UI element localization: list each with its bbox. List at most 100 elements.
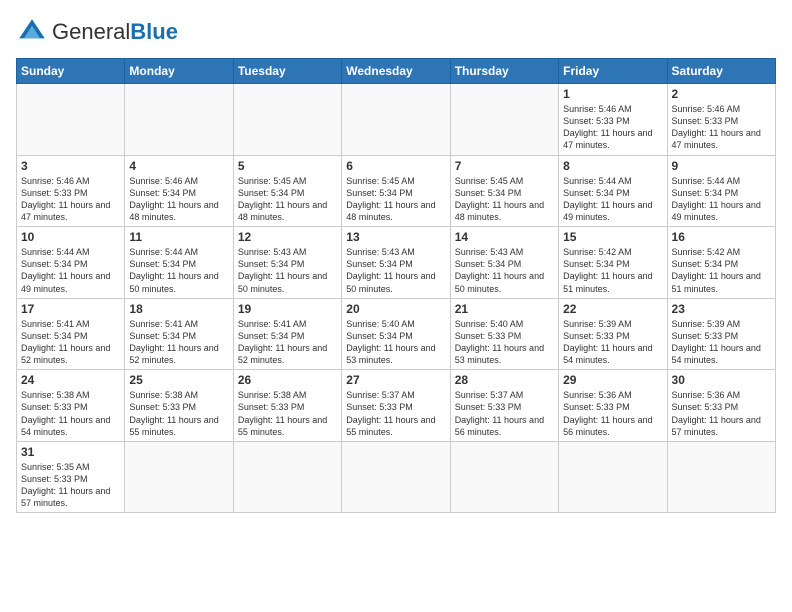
day-info: Sunrise: 5:41 AM Sunset: 5:34 PM Dayligh… xyxy=(129,318,228,367)
day-number: 15 xyxy=(563,230,662,244)
day-number: 9 xyxy=(672,159,771,173)
calendar-cell: 1 Sunrise: 5:46 AM Sunset: 5:33 PM Daylig… xyxy=(559,84,667,156)
calendar-cell: 5 Sunrise: 5:45 AM Sunset: 5:34 PM Daylig… xyxy=(233,155,341,227)
day-number: 5 xyxy=(238,159,337,173)
logo-icon xyxy=(16,16,48,48)
day-number: 25 xyxy=(129,373,228,387)
day-info: Sunrise: 5:40 AM Sunset: 5:33 PM Dayligh… xyxy=(455,318,554,367)
calendar-cell: 2 Sunrise: 5:46 AM Sunset: 5:33 PM Daylig… xyxy=(667,84,775,156)
calendar-cell: 25 Sunrise: 5:38 AM Sunset: 5:33 PM Dayli… xyxy=(125,370,233,442)
calendar-cell: 23Sunrise: 5:39 AM Sunset: 5:33 PM Dayli… xyxy=(667,298,775,370)
day-info: Sunrise: 5:46 AM Sunset: 5:33 PM Dayligh… xyxy=(672,103,771,152)
calendar-cell: 14 Sunrise: 5:43 AM Sunset: 5:34 PM Dayli… xyxy=(450,227,558,299)
day-info: Sunrise: 5:40 AM Sunset: 5:34 PM Dayligh… xyxy=(346,318,445,367)
calendar-cell: 22 Sunrise: 5:39 AM Sunset: 5:33 PM Dayli… xyxy=(559,298,667,370)
day-number: 30 xyxy=(672,373,771,387)
calendar-cell: 18Sunrise: 5:41 AM Sunset: 5:34 PM Dayli… xyxy=(125,298,233,370)
logo: GeneralBlue xyxy=(16,16,178,48)
day-info: Sunrise: 5:44 AM Sunset: 5:34 PM Dayligh… xyxy=(563,175,662,224)
day-info: Sunrise: 5:37 AM Sunset: 5:33 PM Dayligh… xyxy=(346,389,445,438)
calendar-cell: 30 Sunrise: 5:36 AM Sunset: 5:33 PM Dayli… xyxy=(667,370,775,442)
calendar-cell: 4 Sunrise: 5:46 AM Sunset: 5:34 PM Daylig… xyxy=(125,155,233,227)
weekday-header: Tuesday xyxy=(233,59,341,84)
calendar-cell xyxy=(125,84,233,156)
calendar-week-row: 31 Sunrise: 5:35 AM Sunset: 5:33 PM Dayli… xyxy=(17,441,776,513)
calendar-week-row: 17 Sunrise: 5:41 AM Sunset: 5:34 PM Dayli… xyxy=(17,298,776,370)
day-number: 8 xyxy=(563,159,662,173)
day-number: 12 xyxy=(238,230,337,244)
weekday-header: Sunday xyxy=(17,59,125,84)
day-info: Sunrise: 5:41 AM Sunset: 5:34 PM Dayligh… xyxy=(238,318,337,367)
day-info: Sunrise: 5:39 AM Sunset: 5:33 PM Dayligh… xyxy=(563,318,662,367)
weekday-header-row: SundayMondayTuesdayWednesdayThursdayFrid… xyxy=(17,59,776,84)
calendar-cell: 21 Sunrise: 5:40 AM Sunset: 5:33 PM Dayli… xyxy=(450,298,558,370)
day-number: 17 xyxy=(21,302,120,316)
day-number: 29 xyxy=(563,373,662,387)
day-info: Sunrise: 5:44 AM Sunset: 5:34 PM Dayligh… xyxy=(672,175,771,224)
weekday-header: Thursday xyxy=(450,59,558,84)
day-number: 7 xyxy=(455,159,554,173)
day-number: 13 xyxy=(346,230,445,244)
calendar-cell xyxy=(450,441,558,513)
day-number: 2 xyxy=(672,87,771,101)
day-info: Sunrise: 5:44 AM Sunset: 5:34 PM Dayligh… xyxy=(21,246,120,295)
day-number: 31 xyxy=(21,445,120,459)
weekday-header: Saturday xyxy=(667,59,775,84)
calendar-week-row: 1 Sunrise: 5:46 AM Sunset: 5:33 PM Daylig… xyxy=(17,84,776,156)
day-number: 11 xyxy=(129,230,228,244)
calendar-cell xyxy=(342,84,450,156)
calendar-cell: 16 Sunrise: 5:42 AM Sunset: 5:34 PM Dayli… xyxy=(667,227,775,299)
day-number: 23 xyxy=(672,302,771,316)
day-info: Sunrise: 5:46 AM Sunset: 5:34 PM Dayligh… xyxy=(129,175,228,224)
calendar-week-row: 10 Sunrise: 5:44 AM Sunset: 5:34 PM Dayli… xyxy=(17,227,776,299)
day-info: Sunrise: 5:37 AM Sunset: 5:33 PM Dayligh… xyxy=(455,389,554,438)
day-info: Sunrise: 5:44 AM Sunset: 5:34 PM Dayligh… xyxy=(129,246,228,295)
day-number: 1 xyxy=(563,87,662,101)
day-info: Sunrise: 5:36 AM Sunset: 5:33 PM Dayligh… xyxy=(563,389,662,438)
page-header: GeneralBlue xyxy=(16,16,776,48)
calendar-cell: 11 Sunrise: 5:44 AM Sunset: 5:34 PM Dayli… xyxy=(125,227,233,299)
day-number: 22 xyxy=(563,302,662,316)
day-info: Sunrise: 5:45 AM Sunset: 5:34 PM Dayligh… xyxy=(238,175,337,224)
calendar-cell xyxy=(233,441,341,513)
day-number: 21 xyxy=(455,302,554,316)
day-info: Sunrise: 5:38 AM Sunset: 5:33 PM Dayligh… xyxy=(129,389,228,438)
day-number: 14 xyxy=(455,230,554,244)
day-number: 28 xyxy=(455,373,554,387)
calendar-cell: 10 Sunrise: 5:44 AM Sunset: 5:34 PM Dayli… xyxy=(17,227,125,299)
day-info: Sunrise: 5:36 AM Sunset: 5:33 PM Dayligh… xyxy=(672,389,771,438)
logo-text: GeneralBlue xyxy=(52,19,178,45)
calendar-cell xyxy=(233,84,341,156)
day-number: 4 xyxy=(129,159,228,173)
day-number: 16 xyxy=(672,230,771,244)
calendar-cell: 26 Sunrise: 5:38 AM Sunset: 5:33 PM Dayli… xyxy=(233,370,341,442)
day-info: Sunrise: 5:46 AM Sunset: 5:33 PM Dayligh… xyxy=(563,103,662,152)
calendar-cell: 31 Sunrise: 5:35 AM Sunset: 5:33 PM Dayli… xyxy=(17,441,125,513)
calendar-cell: 13 Sunrise: 5:43 AM Sunset: 5:34 PM Dayli… xyxy=(342,227,450,299)
calendar-cell: 27Sunrise: 5:37 AM Sunset: 5:33 PM Dayli… xyxy=(342,370,450,442)
day-number: 26 xyxy=(238,373,337,387)
day-info: Sunrise: 5:43 AM Sunset: 5:34 PM Dayligh… xyxy=(346,246,445,295)
weekday-header: Monday xyxy=(125,59,233,84)
day-info: Sunrise: 5:38 AM Sunset: 5:33 PM Dayligh… xyxy=(238,389,337,438)
day-info: Sunrise: 5:35 AM Sunset: 5:33 PM Dayligh… xyxy=(21,461,120,510)
day-info: Sunrise: 5:42 AM Sunset: 5:34 PM Dayligh… xyxy=(672,246,771,295)
day-number: 6 xyxy=(346,159,445,173)
day-info: Sunrise: 5:46 AM Sunset: 5:33 PM Dayligh… xyxy=(21,175,120,224)
calendar: SundayMondayTuesdayWednesdayThursdayFrid… xyxy=(16,58,776,513)
calendar-cell: 28 Sunrise: 5:37 AM Sunset: 5:33 PM Dayli… xyxy=(450,370,558,442)
day-info: Sunrise: 5:43 AM Sunset: 5:34 PM Dayligh… xyxy=(238,246,337,295)
day-number: 3 xyxy=(21,159,120,173)
calendar-cell: 12 Sunrise: 5:43 AM Sunset: 5:34 PM Dayli… xyxy=(233,227,341,299)
day-info: Sunrise: 5:43 AM Sunset: 5:34 PM Dayligh… xyxy=(455,246,554,295)
calendar-cell xyxy=(125,441,233,513)
day-info: Sunrise: 5:41 AM Sunset: 5:34 PM Dayligh… xyxy=(21,318,120,367)
calendar-cell xyxy=(559,441,667,513)
day-number: 20 xyxy=(346,302,445,316)
day-info: Sunrise: 5:45 AM Sunset: 5:34 PM Dayligh… xyxy=(455,175,554,224)
calendar-cell: 3 Sunrise: 5:46 AM Sunset: 5:33 PM Daylig… xyxy=(17,155,125,227)
calendar-cell: 19Sunrise: 5:41 AM Sunset: 5:34 PM Dayli… xyxy=(233,298,341,370)
calendar-cell xyxy=(17,84,125,156)
day-number: 10 xyxy=(21,230,120,244)
day-info: Sunrise: 5:42 AM Sunset: 5:34 PM Dayligh… xyxy=(563,246,662,295)
